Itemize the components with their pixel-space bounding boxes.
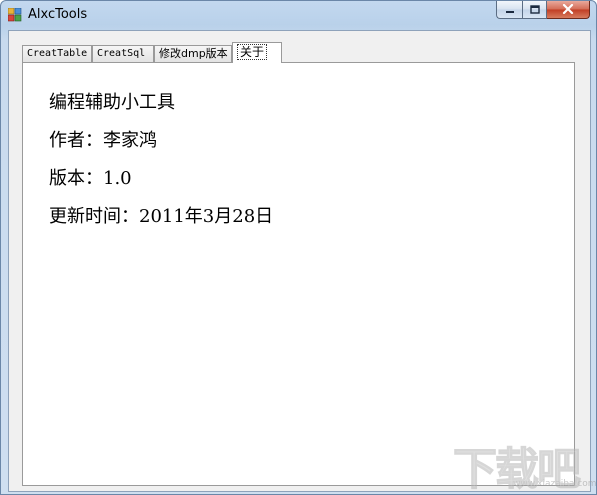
tab-creattable[interactable]: CreatTable	[22, 45, 92, 62]
updated-label: 更新时间：2011年3月28日	[49, 206, 274, 227]
caption-buttons	[496, 1, 590, 20]
title-bar[interactable]: AlxcTools	[1, 1, 596, 29]
tab-modify-dmp-version[interactable]: 修改dmp版本	[154, 45, 232, 62]
app-name-label: 编程辅助小工具	[49, 92, 175, 113]
app-icon	[7, 7, 22, 22]
maximize-button[interactable]	[522, 1, 547, 19]
tab-label: CreatSql	[97, 48, 146, 59]
minimize-button[interactable]	[496, 1, 522, 19]
watermark-logo: 下载吧 www.xiazaiba.com	[453, 433, 597, 495]
window-title: AlxcTools	[28, 7, 88, 22]
watermark-url: www.xiazaiba.com	[513, 479, 597, 489]
tab-creatsql[interactable]: CreatSql	[92, 45, 154, 62]
close-icon	[562, 1, 574, 19]
tab-label: 关于	[237, 44, 268, 60]
tab-about[interactable]: 关于	[232, 42, 282, 63]
about-tab-page: 编程辅助小工具 作者：李家鸿 版本：1.0 更新时间：2011年3月28日	[22, 62, 575, 486]
minimize-icon	[505, 1, 515, 19]
version-label: 版本：1.0	[49, 168, 132, 189]
app-window: AlxcTools CreatTable CreatSql 修改dmp版本 关于…	[0, 0, 597, 495]
tab-label: 修改dmp版本	[159, 47, 228, 60]
close-button[interactable]	[547, 1, 590, 19]
author-label: 作者：李家鸿	[49, 130, 157, 151]
tab-label: CreatTable	[27, 48, 88, 59]
client-area: CreatTable CreatSql 修改dmp版本 关于 编程辅助小工具 作…	[8, 30, 591, 492]
maximize-icon	[529, 1, 540, 19]
